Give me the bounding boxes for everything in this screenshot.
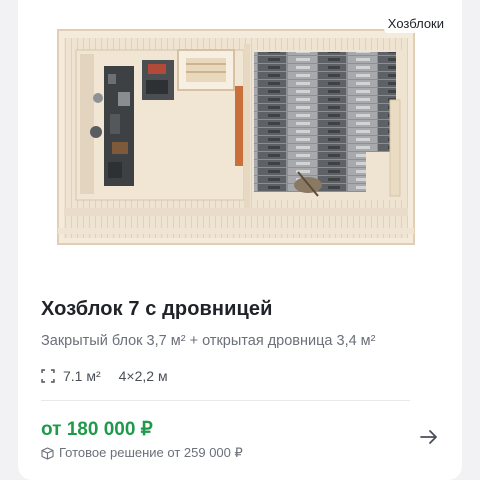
category-badge[interactable]: Хозблоки — [383, 14, 448, 33]
divider — [41, 400, 410, 401]
product-image[interactable]: Хозблоки — [18, 0, 462, 270]
product-card[interactable]: Хозблоки Хозблок 7 с дровницей Закрытый … — [18, 0, 462, 480]
arrow-right-icon[interactable] — [418, 426, 440, 448]
shed-floorplan-illustration — [57, 29, 415, 245]
ready-solution-label: Готовое решение от 259 000 ₽ — [59, 445, 243, 460]
spec-dimensions-value: 4×2,2 м — [118, 368, 168, 384]
area-frame-icon — [41, 369, 55, 383]
product-specs: 7.1 м² 4×2,2 м — [41, 368, 186, 384]
spec-area-value: 7.1 м² — [63, 368, 101, 384]
box-icon — [41, 446, 54, 460]
spec-area: 7.1 м² — [41, 368, 101, 384]
product-subtitle: Закрытый блок 3,7 м² + открытая дровница… — [41, 333, 376, 349]
spec-dimensions: 4×2,2 м — [119, 368, 168, 384]
ready-solution: Готовое решение от 259 000 ₽ — [41, 445, 243, 461]
product-title[interactable]: Хозблок 7 с дровницей — [41, 298, 273, 321]
price: от 180 000 ₽ — [41, 419, 153, 440]
